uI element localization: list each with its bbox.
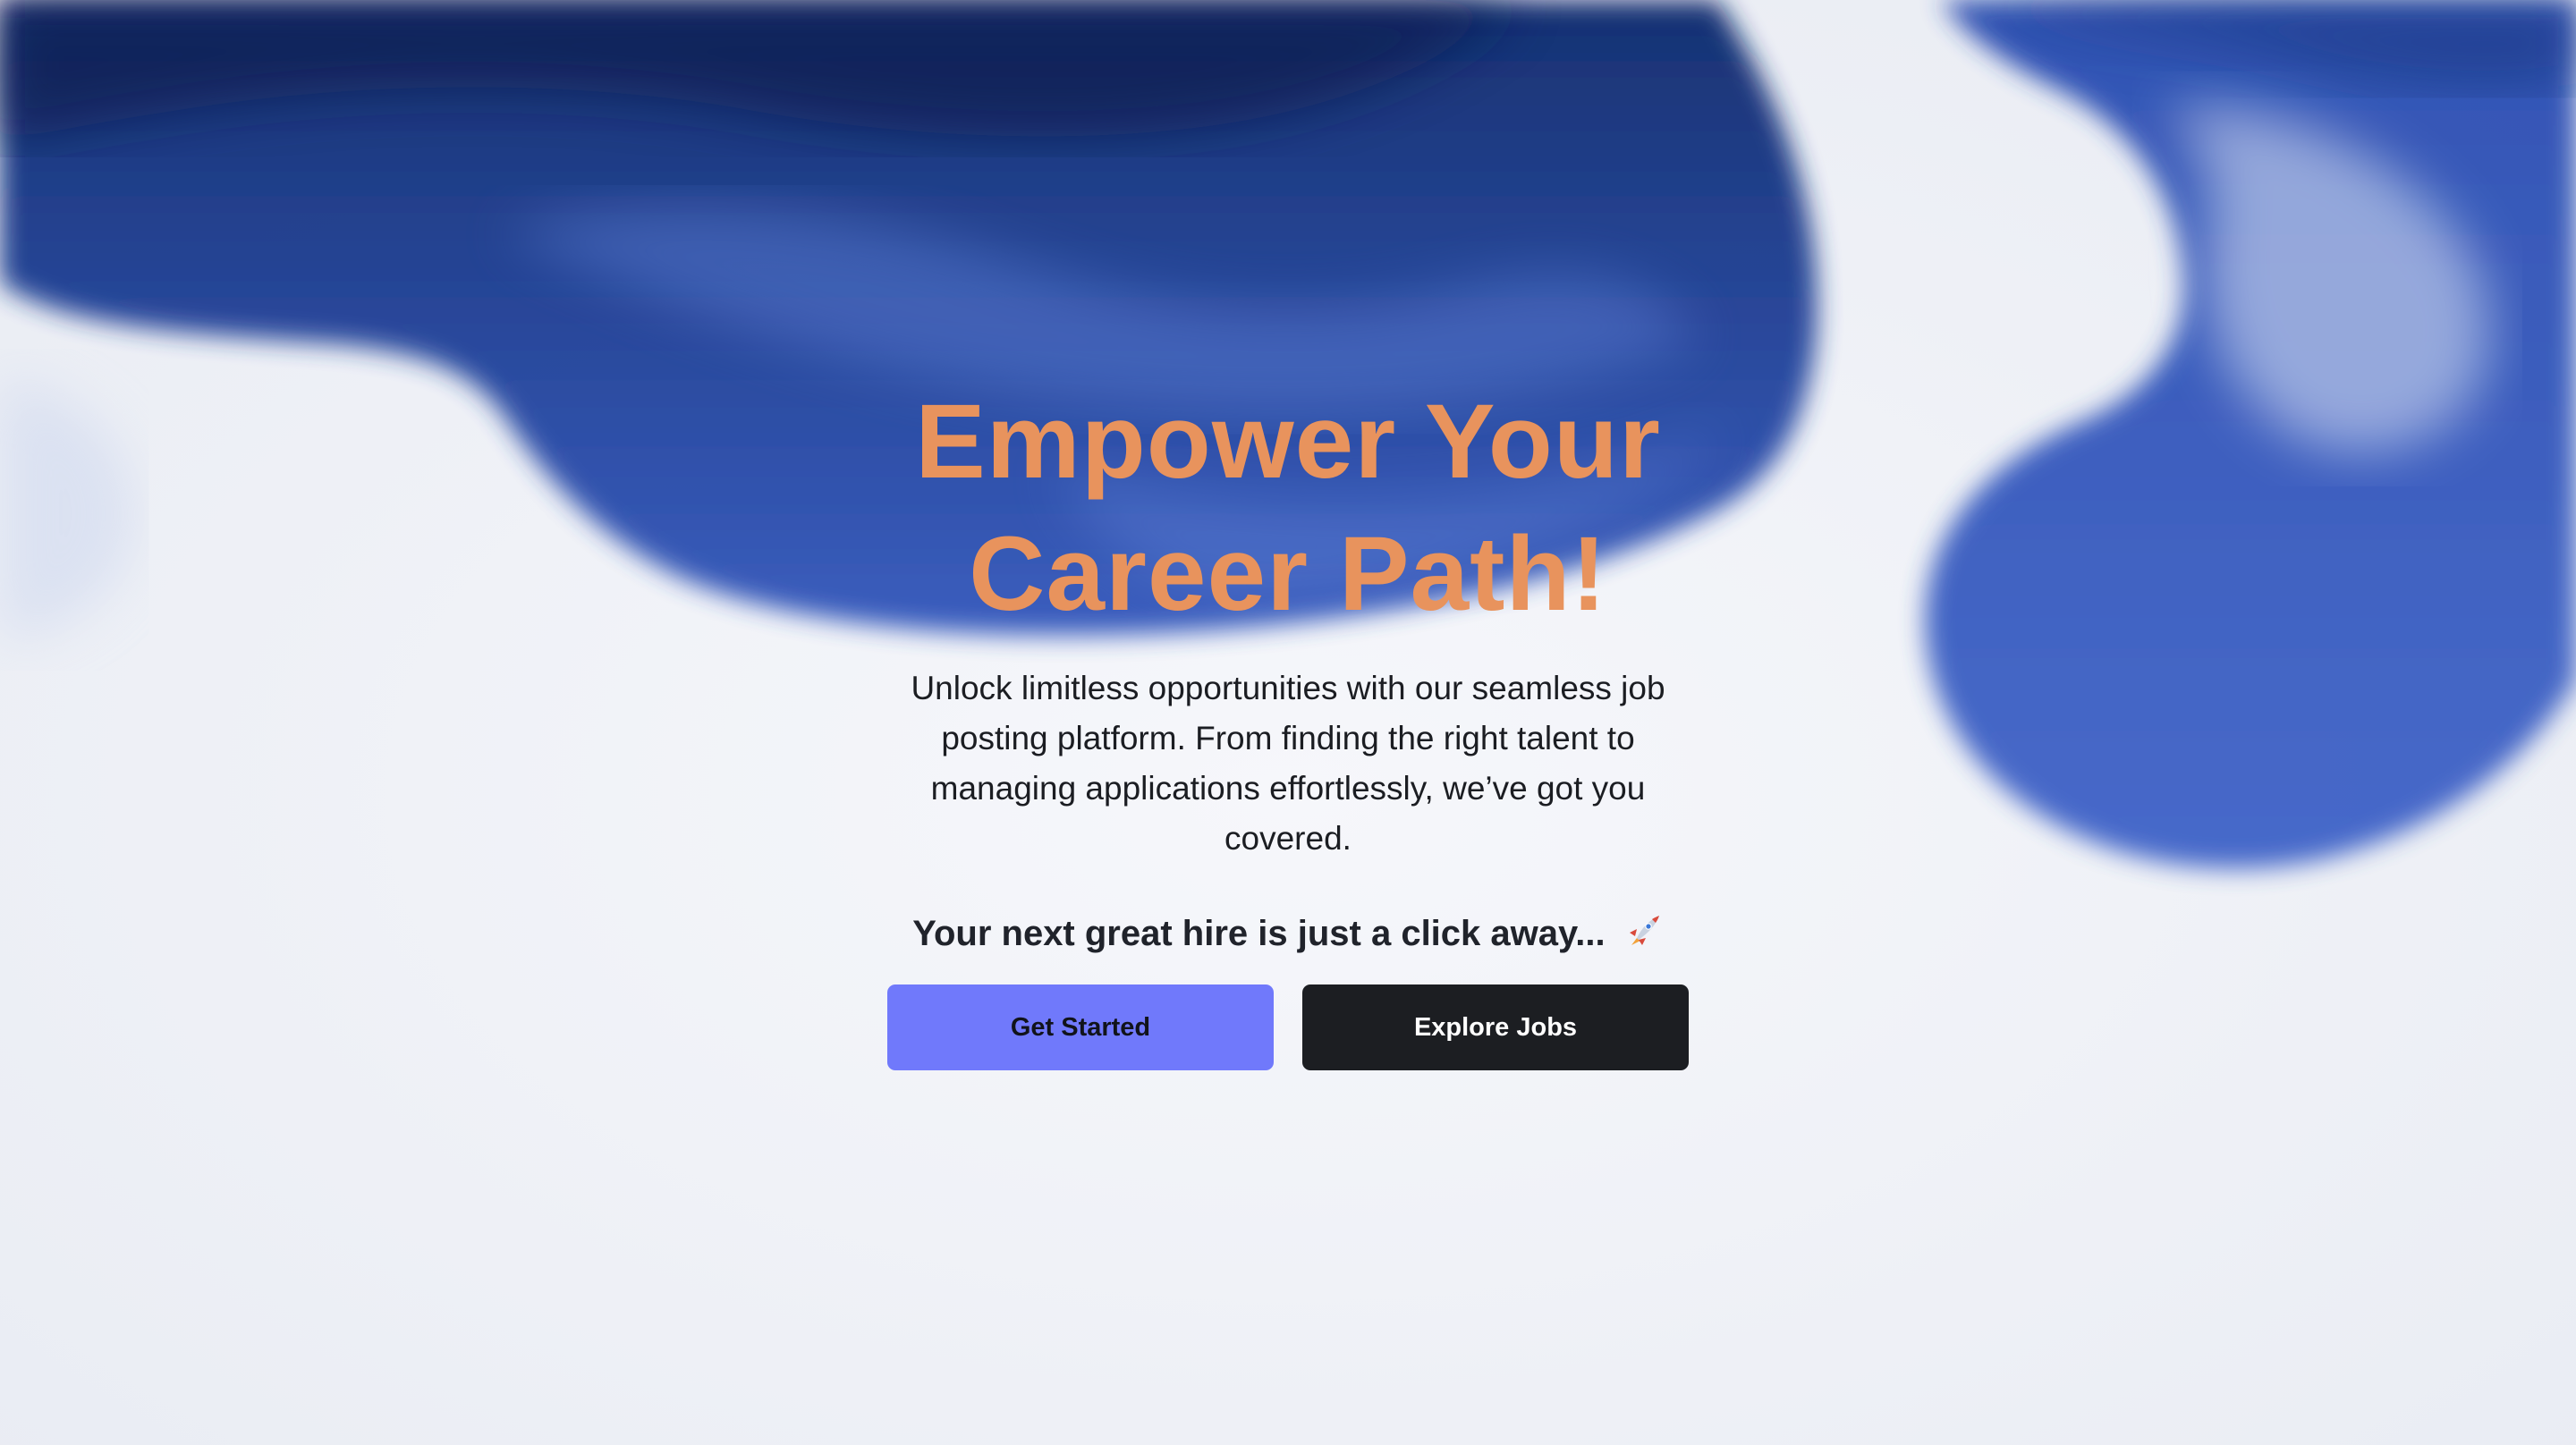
tagline-text: Your next great hire is just a click awa… <box>912 914 1606 953</box>
hero-tagline: Your next great hire is just a click awa… <box>841 908 1735 964</box>
hero-description: Unlock limitless opportunities with our … <box>911 670 1665 857</box>
explore-jobs-button[interactable]: Explore Jobs <box>1302 984 1689 1070</box>
hero-section: Empower Your Career Path! Unlock limitle… <box>0 0 2576 1445</box>
get-started-button[interactable]: Get Started <box>887 984 1274 1070</box>
hero-headline: Empower Your Career Path! <box>915 383 1661 633</box>
hero-content: Empower Your Career Path! Unlock limitle… <box>0 0 2576 1445</box>
rocket-icon <box>1624 911 1664 964</box>
